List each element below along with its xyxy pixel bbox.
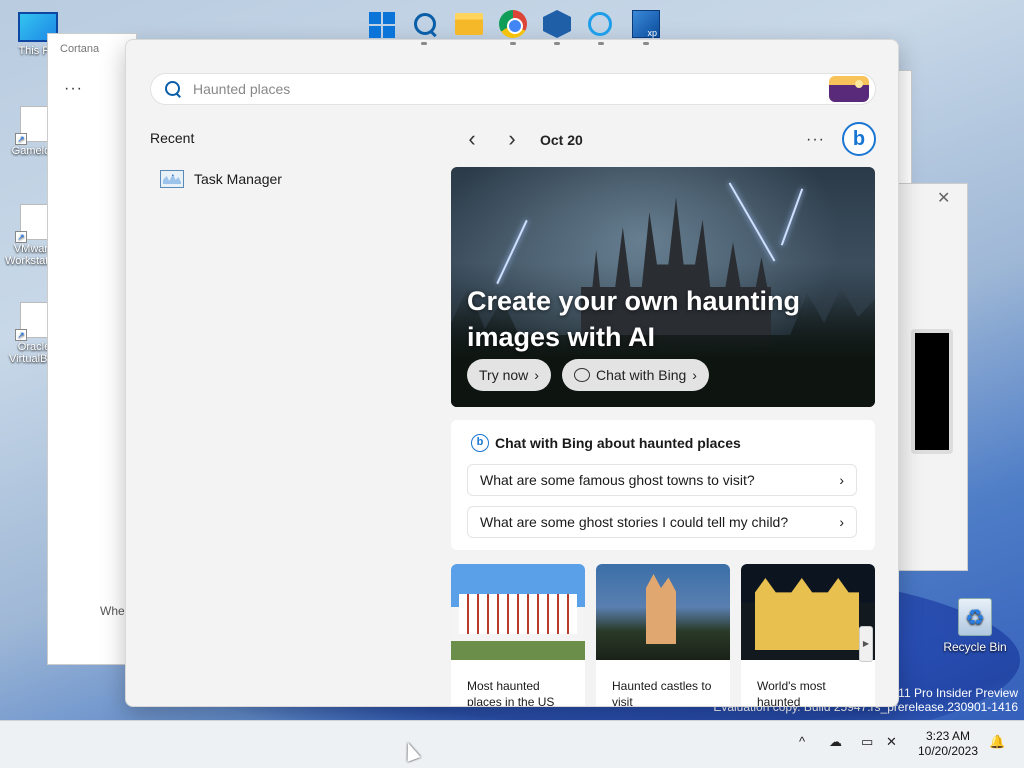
bing-icon: b xyxy=(471,434,489,452)
news-image xyxy=(741,564,875,660)
background-dialog: ✕ xyxy=(898,183,968,571)
news-card[interactable]: Haunted castles to visit xyxy=(596,564,730,707)
chevron-right-icon: › xyxy=(534,367,539,383)
more-options-icon[interactable]: ··· xyxy=(806,131,825,149)
clock-time: 3:23 AM xyxy=(925,729,971,743)
more-options-icon[interactable]: ··· xyxy=(64,80,83,98)
chat-with-bing-card: b Chat with Bing about haunted places Wh… xyxy=(451,420,875,550)
chat-bubble-icon xyxy=(574,368,590,382)
suggestion-ghost-towns[interactable]: What are some famous ghost towns to visi… xyxy=(467,464,857,496)
windows-logo-pane xyxy=(383,12,395,24)
highlights-nav: ‹ › Oct 20 ··· b xyxy=(458,122,878,156)
chevron-right-icon[interactable]: › xyxy=(498,126,526,154)
try-now-label: Try now xyxy=(479,367,529,383)
search-highlight-icon[interactable] xyxy=(829,76,869,102)
shortcut-arrow-icon: ↗ xyxy=(15,329,27,341)
windows-logo-pane xyxy=(383,26,395,38)
suggestion-label: What are some ghost stories I could tell… xyxy=(480,514,789,530)
cortana-window: Cortana ··· When xyxy=(47,33,137,665)
news-card[interactable]: Most haunted places in the US xyxy=(451,564,585,707)
news-image xyxy=(451,564,585,660)
recent-item-task-manager[interactable]: Task Manager xyxy=(160,170,282,188)
start-button[interactable] xyxy=(367,10,395,38)
notification-bell-icon[interactable]: 🔔 xyxy=(989,734,1005,750)
chat-card-title: Chat with Bing about haunted places xyxy=(495,435,741,451)
window-title: Cortana xyxy=(60,43,100,55)
recycle-bin-label: Recycle Bin xyxy=(943,640,1007,654)
windows-logo-pane xyxy=(369,26,381,38)
active-indicator xyxy=(643,42,649,45)
news-caption: World's most haunted xyxy=(757,679,826,707)
news-caption: Haunted castles to visit xyxy=(612,679,712,707)
hero-title: Create your own haunting images with AI xyxy=(467,286,801,352)
recent-item-label: Task Manager xyxy=(194,171,282,187)
search-input[interactable] xyxy=(193,81,829,97)
file-icon: ↗ xyxy=(15,302,48,341)
bing-logo-icon[interactable]: b xyxy=(842,122,876,156)
cortana-icon[interactable] xyxy=(588,12,612,36)
active-indicator xyxy=(421,42,427,45)
volume-muted-icon[interactable]: ✕ xyxy=(886,734,897,750)
chevron-left-icon[interactable]: ‹ xyxy=(458,126,486,154)
taskbar-clock[interactable]: 3:23 AM 10/20/2023 xyxy=(912,729,984,759)
active-indicator xyxy=(554,42,560,45)
clock-date: 10/20/2023 xyxy=(917,744,979,758)
active-indicator xyxy=(598,42,604,45)
chrome-icon[interactable] xyxy=(499,10,527,38)
file-explorer-icon[interactable] xyxy=(455,13,483,35)
shortcut-arrow-icon: ↗ xyxy=(15,133,27,145)
file-icon: ↗ xyxy=(15,204,48,243)
chat-with-bing-button[interactable]: Chat with Bing › xyxy=(562,359,709,391)
recent-heading: Recent xyxy=(150,130,195,146)
desktop-icon-recycle-bin[interactable]: ♻ Recycle Bin xyxy=(942,598,1008,654)
shortcut-arrow-icon: ↗ xyxy=(15,231,27,243)
recycle-bin-icon: ♻ xyxy=(958,598,992,636)
chevron-right-icon: › xyxy=(692,367,697,383)
chevron-right-icon: › xyxy=(839,472,844,488)
task-manager-icon xyxy=(160,170,184,188)
chat-card-header: b Chat with Bing about haunted places xyxy=(471,434,741,452)
virtualbox-icon[interactable] xyxy=(543,10,571,38)
taskbar-search-icon[interactable] xyxy=(411,10,439,38)
suggestion-ghost-stories[interactable]: What are some ghost stories I could tell… xyxy=(467,506,857,538)
suggestion-label: What are some famous ghost towns to visi… xyxy=(480,472,755,488)
active-indicator xyxy=(510,42,516,45)
tray-overflow-chevron-icon[interactable]: ^ xyxy=(799,734,805,749)
onedrive-icon[interactable]: ☁ xyxy=(829,734,842,750)
highlights-date: Oct 20 xyxy=(540,132,583,148)
news-card[interactable]: World's most haunted xyxy=(741,564,875,707)
search-box[interactable] xyxy=(150,73,876,105)
news-image xyxy=(596,564,730,660)
try-now-button[interactable]: Try now › xyxy=(467,359,551,391)
vm-xp-icon[interactable]: xp xyxy=(632,10,660,38)
network-icon[interactable]: ▭ xyxy=(861,734,873,750)
windows-logo-icon xyxy=(369,12,381,24)
chat-with-bing-label: Chat with Bing xyxy=(596,367,687,383)
file-icon: ↗ xyxy=(15,106,48,145)
scroll-right-button[interactable]: ▶ xyxy=(859,626,873,662)
news-caption: Most haunted places in the US xyxy=(467,679,555,707)
close-icon[interactable]: ✕ xyxy=(937,188,950,208)
search-icon xyxy=(163,79,183,99)
screen-preview xyxy=(911,329,953,454)
search-panel: Recent Task Manager ‹ › Oct 20 ··· b Cre… xyxy=(125,39,899,707)
chevron-right-icon: › xyxy=(839,514,844,530)
hero-card[interactable]: Create your own haunting images with AI … xyxy=(451,167,875,407)
